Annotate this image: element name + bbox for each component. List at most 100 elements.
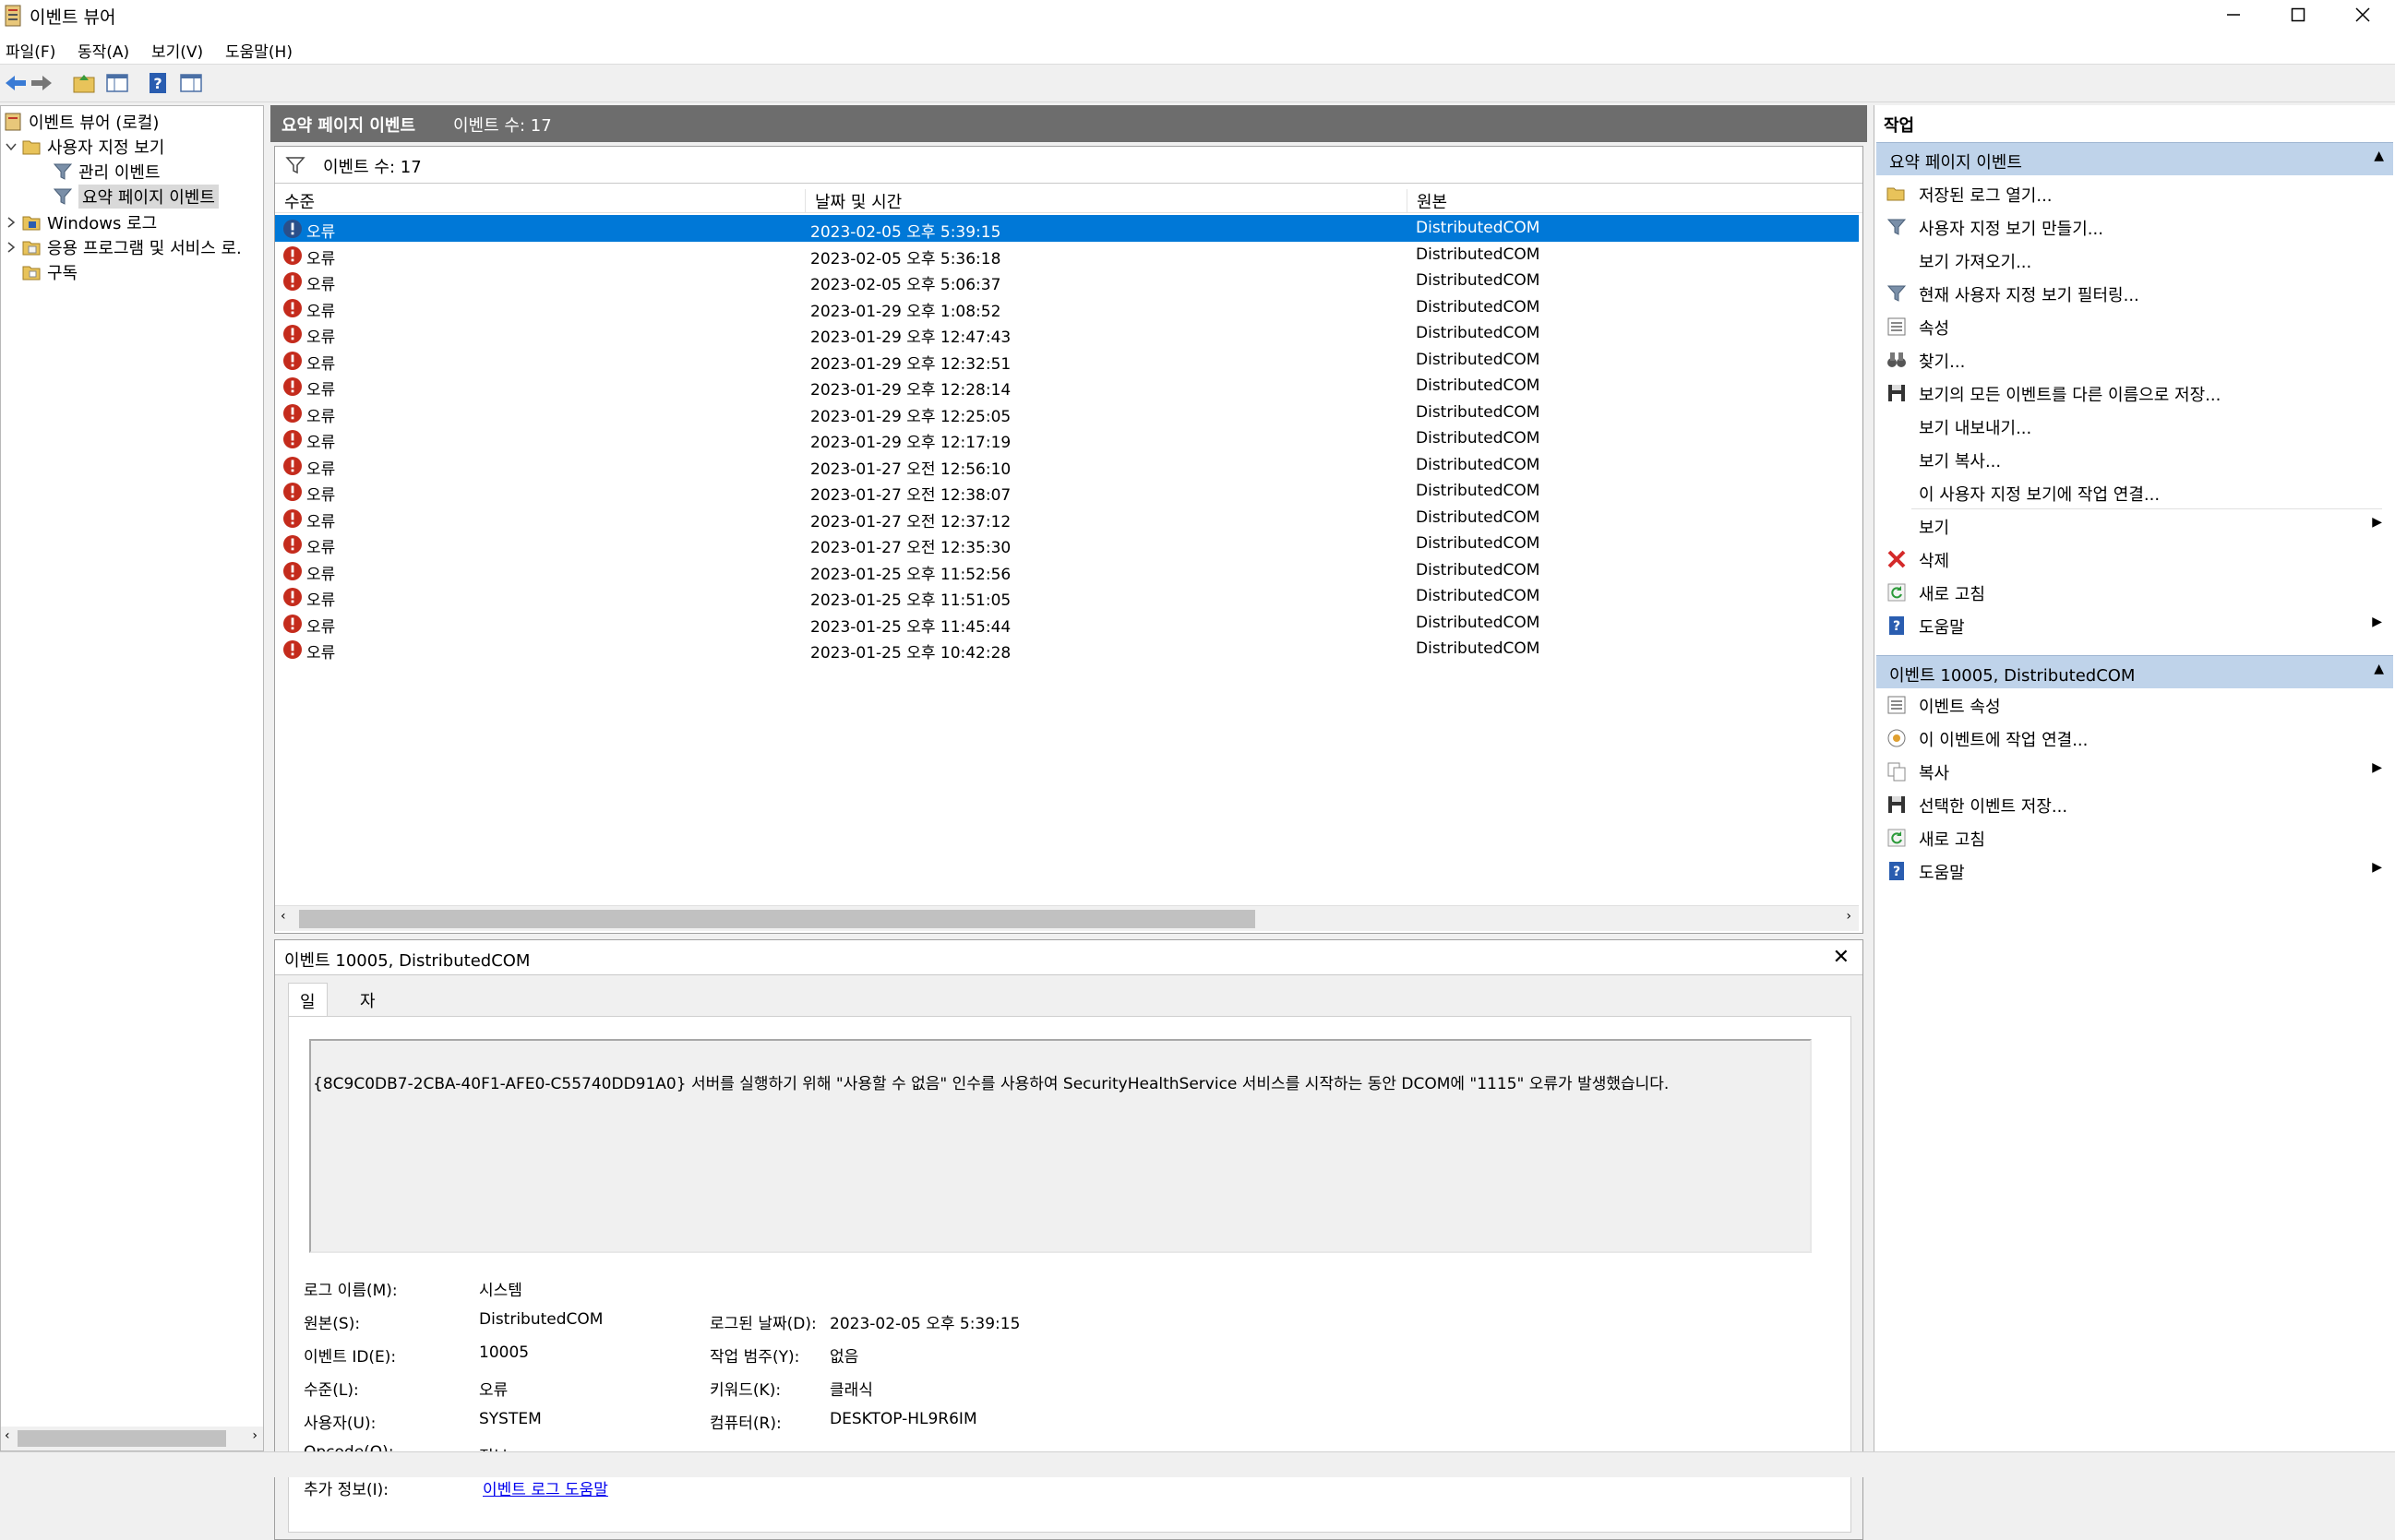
table-row[interactable]: 오류 2023-01-29 오후 12:28:14 DistributedCOM xyxy=(275,373,1859,400)
collapse-icon[interactable]: ▲ xyxy=(2374,662,2384,676)
close-detail-icon[interactable]: ✕ xyxy=(1833,946,1850,969)
table-row[interactable]: 오류 2023-01-29 오후 12:17:19 DistributedCOM xyxy=(275,425,1859,452)
action-item[interactable]: 복사 ▶ xyxy=(1880,755,2388,786)
actions-section-event[interactable]: 이벤트 10005, DistributedCOM ▲ xyxy=(1876,655,2393,688)
table-row[interactable]: 오류 2023-02-05 오후 5:39:15 DistributedCOM xyxy=(275,215,1859,242)
table-row[interactable]: 오류 2023-01-29 오후 12:25:05 DistributedCOM xyxy=(275,400,1859,426)
table-row[interactable]: 오류 2023-01-25 오후 11:51:05 DistributedCOM xyxy=(275,583,1859,610)
tab-general[interactable]: 일반 xyxy=(288,983,328,1036)
event-message-box[interactable]: {8C9C0DB7-2CBA-40F1-AFE0-C55740DD91A0} 서… xyxy=(309,1039,1812,1253)
events-horizontal-scrollbar[interactable]: ‹ › xyxy=(275,905,1859,931)
action-item[interactable]: 보기 복사... xyxy=(1880,443,2388,474)
tree-item-summary-events[interactable]: 요약 페이지 이벤트 xyxy=(53,185,219,209)
event-log-help-link[interactable]: 이벤트 로그 도움말 xyxy=(483,1476,608,1499)
action-item[interactable]: 보기의 모든 이벤트를 다른 이름으로 저장... xyxy=(1880,376,2388,408)
menu-help[interactable]: 도움말(H) xyxy=(225,39,293,62)
error-icon xyxy=(283,640,302,659)
label-computer: 컴퓨터(R): xyxy=(710,1415,782,1433)
forward-icon[interactable] xyxy=(28,69,55,97)
table-row[interactable]: 오류 2023-01-25 오후 10:42:28 DistributedCOM xyxy=(275,636,1859,663)
close-window-button[interactable] xyxy=(2330,0,2395,30)
table-row[interactable]: 오류 2023-01-29 오후 12:32:51 DistributedCOM xyxy=(275,347,1859,374)
tree-item-subscriptions[interactable]: 구독 xyxy=(21,260,78,284)
label-logged: 로그된 날짜(D): xyxy=(710,1315,817,1333)
action-item[interactable]: 보기 내보내기... xyxy=(1880,410,2388,441)
tree-item-windows-logs[interactable]: Windows 로그 xyxy=(6,210,157,234)
error-icon xyxy=(283,298,302,317)
column-datetime[interactable]: 날짜 및 시간 xyxy=(805,189,1407,213)
action-item[interactable]: 현재 사용자 지정 보기 필터링... xyxy=(1880,277,2388,308)
error-icon xyxy=(283,403,302,423)
cell-datetime: 2023-01-29 오후 12:28:14 xyxy=(810,381,1012,400)
table-row[interactable]: 오류 2023-02-05 오후 5:36:18 DistributedCOM xyxy=(275,242,1859,269)
action-item[interactable]: 속성 xyxy=(1880,310,2388,341)
action-item[interactable]: 새로 고침 xyxy=(1880,821,2388,853)
refresh-icon xyxy=(1887,829,1906,847)
scroll-left-icon[interactable]: ‹ xyxy=(5,1428,10,1443)
scroll-left-icon[interactable]: ‹ xyxy=(281,909,286,924)
action-item[interactable]: ? 도움말 ▶ xyxy=(1880,854,2388,886)
cell-level: 오류 xyxy=(306,354,336,374)
action-label: 이 이벤트에 작업 연결... xyxy=(1919,731,2089,750)
action-item[interactable]: 찾기... xyxy=(1880,343,2388,375)
table-row[interactable]: 오류 2023-01-27 오전 12:35:30 DistributedCOM xyxy=(275,531,1859,557)
error-icon xyxy=(283,588,302,606)
chevron-down-icon[interactable] xyxy=(5,140,18,153)
help-icon[interactable]: ? xyxy=(144,69,172,97)
table-row[interactable]: 오류 2023-01-29 오후 12:47:43 DistributedCOM xyxy=(275,320,1859,347)
action-item[interactable]: 새로 고침 xyxy=(1880,576,2388,607)
action-item[interactable]: ? 도움말 ▶ xyxy=(1880,609,2388,640)
action-label: 삭제 xyxy=(1919,552,1950,571)
menu-action[interactable]: 동작(A) xyxy=(78,39,129,62)
tree-item-admin-events[interactable]: 관리 이벤트 xyxy=(53,160,161,184)
cell-level: 오류 xyxy=(306,276,336,294)
actions-section-summary[interactable]: 요약 페이지 이벤트 ▲ xyxy=(1876,142,2393,175)
scroll-right-icon[interactable]: › xyxy=(252,1428,257,1443)
menu-file[interactable]: 파일(F) xyxy=(6,39,55,62)
table-row[interactable]: 오류 2023-01-25 오후 11:52:56 DistributedCOM xyxy=(275,557,1859,584)
back-icon[interactable] xyxy=(2,69,30,97)
maximize-button[interactable] xyxy=(2266,0,2330,30)
tree-item-app-service-logs[interactable]: 응용 프로그램 및 서비스 로. xyxy=(6,235,242,259)
action-item[interactable]: 저장된 로그 열기... xyxy=(1880,177,2388,209)
tree-item-event-viewer-local[interactable]: 이벤트 뷰어 (로컬) xyxy=(3,110,159,134)
action-item[interactable]: 이 사용자 지정 보기에 작업 연결... xyxy=(1880,476,2388,507)
chevron-right-icon[interactable] xyxy=(5,216,18,229)
label-keywords: 키워드(K): xyxy=(710,1381,782,1400)
chevron-right-icon[interactable] xyxy=(5,241,18,254)
show-hide-console-tree-icon[interactable] xyxy=(103,69,131,97)
action-item[interactable]: 보기 ▶ xyxy=(1880,509,2388,541)
action-item[interactable]: 이벤트 속성 xyxy=(1880,688,2388,720)
table-row[interactable]: 오류 2023-01-27 오전 12:38:07 DistributedCOM xyxy=(275,478,1859,505)
action-item[interactable]: 선택한 이벤트 저장... xyxy=(1880,788,2388,819)
minimize-button[interactable] xyxy=(2201,0,2266,30)
up-folder-icon[interactable] xyxy=(70,69,98,97)
tab-details[interactable]: 자세히 xyxy=(349,983,387,1059)
scrollbar-thumb[interactable] xyxy=(299,910,1255,928)
scrollbar-thumb[interactable] xyxy=(18,1430,226,1447)
table-row[interactable]: 오류 2023-02-05 오후 5:06:37 DistributedCOM xyxy=(275,268,1859,294)
scroll-right-icon[interactable]: › xyxy=(1846,909,1851,924)
table-row[interactable]: 오류 2023-01-27 오전 12:37:12 DistributedCOM xyxy=(275,505,1859,531)
action-item[interactable]: 이 이벤트에 작업 연결... xyxy=(1880,722,2388,753)
table-row[interactable]: 오류 2023-01-27 오전 12:56:10 DistributedCOM xyxy=(275,452,1859,479)
show-hide-action-pane-icon[interactable] xyxy=(177,69,205,97)
action-item[interactable]: 사용자 지정 보기 만들기... xyxy=(1880,210,2388,242)
column-source[interactable]: 원본 xyxy=(1407,189,1859,213)
label-level: 수준(L): xyxy=(304,1381,359,1400)
tree-item-custom-views[interactable]: 사용자 지정 보기 xyxy=(6,135,164,159)
action-item[interactable]: 삭제 xyxy=(1880,543,2388,574)
cell-source: DistributedCOM xyxy=(1416,560,1540,579)
column-level[interactable]: 수준 xyxy=(275,189,805,213)
menu-view[interactable]: 보기(V) xyxy=(151,39,203,62)
filter-count-text: 이벤트 수: 17 xyxy=(323,158,422,177)
table-row[interactable]: 오류 2023-01-29 오후 1:08:52 DistributedCOM xyxy=(275,294,1859,321)
cell-source: DistributedCOM xyxy=(1416,376,1540,395)
action-item[interactable]: 보기 가져오기... xyxy=(1880,244,2388,275)
collapse-icon[interactable]: ▲ xyxy=(2374,149,2384,163)
cell-level: 오류 xyxy=(306,407,336,426)
cell-datetime: 2023-01-27 오전 12:56:10 xyxy=(810,460,1012,479)
cell-level: 오류 xyxy=(306,328,336,347)
tree-horizontal-scrollbar[interactable]: ‹ › xyxy=(1,1427,263,1450)
table-row[interactable]: 오류 2023-01-25 오후 11:45:44 DistributedCOM xyxy=(275,610,1859,637)
